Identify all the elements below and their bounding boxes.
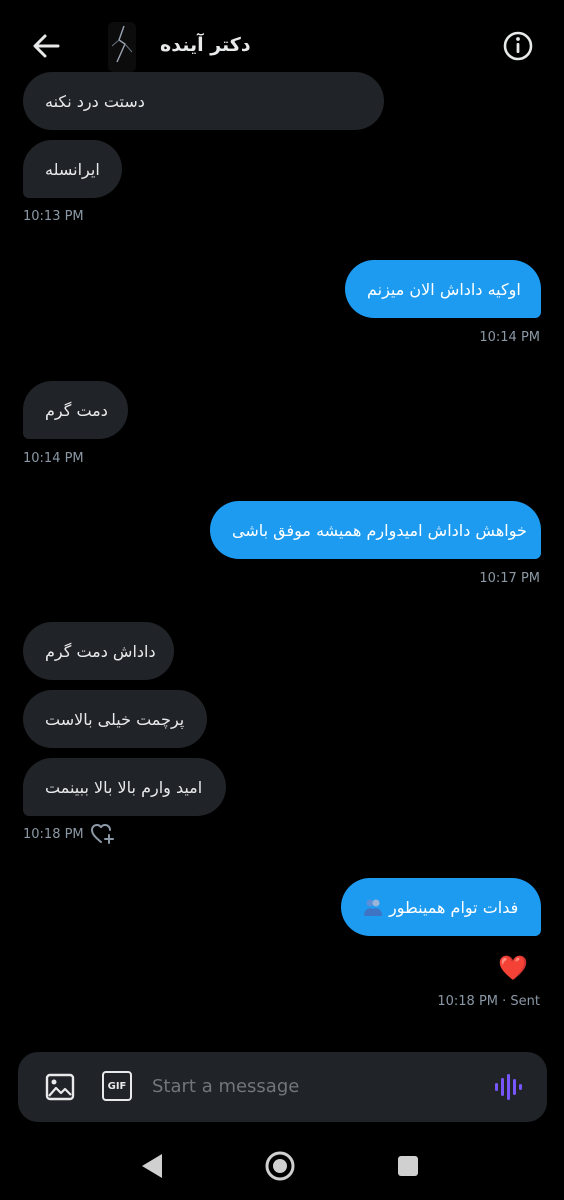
system-navigation-bar xyxy=(0,1132,564,1200)
message-bubble-sent[interactable]: اوکیه داداش الان میزنم xyxy=(345,260,541,318)
message-timestamp: 10:18 PM · Sent xyxy=(437,994,540,1009)
nav-back-icon[interactable] xyxy=(134,1148,170,1184)
conversation-title[interactable]: دکتر آینده xyxy=(160,34,251,56)
message-text: امید وارم بالا بالا ببینمت xyxy=(45,777,203,797)
message-timestamp: 10:14 PM xyxy=(23,451,84,466)
message-bubble-received[interactable]: دمت گرم xyxy=(23,381,128,439)
message-input[interactable]: Start a message xyxy=(152,1076,299,1097)
message-timestamp: 10:17 PM xyxy=(479,571,540,586)
message-bubble-received[interactable]: امید وارم بالا بالا ببینمت xyxy=(23,758,226,816)
add-reaction-icon[interactable] xyxy=(90,822,116,846)
message-bubble-sent[interactable]: خواهش داداش امیدوارم همیشه موفق باشی xyxy=(210,501,541,559)
image-icon[interactable] xyxy=(44,1071,76,1103)
message-text: پرچمت خیلی بالاست xyxy=(45,709,185,729)
voice-message-icon[interactable] xyxy=(492,1071,524,1103)
message-bubble-received[interactable]: ایرانسله xyxy=(23,140,122,198)
people-hugging-emoji-icon xyxy=(364,899,382,916)
message-text: خواهش داداش امیدوارم همیشه موفق باشی xyxy=(232,520,527,540)
message-bubble-received[interactable]: داداش دمت گرم xyxy=(23,622,174,680)
gif-icon[interactable]: GIF xyxy=(102,1071,132,1101)
message-text: دستت درد نکنه xyxy=(45,91,145,111)
message-timestamp: 10:14 PM xyxy=(479,330,540,345)
message-text: داداش دمت گرم xyxy=(45,641,156,661)
back-arrow-icon[interactable] xyxy=(30,30,62,62)
message-timestamp: 10:18 PM xyxy=(23,827,84,842)
info-icon[interactable] xyxy=(500,28,536,64)
nav-home-icon[interactable] xyxy=(262,1148,298,1184)
message-bubble-received[interactable]: دستت درد نکنه xyxy=(23,72,384,130)
message-bubble-received[interactable]: پرچمت خیلی بالاست xyxy=(23,690,207,748)
avatar[interactable] xyxy=(108,22,136,72)
gif-label: GIF xyxy=(107,1080,127,1092)
nav-recents-icon[interactable] xyxy=(390,1148,426,1184)
message-bubble-sent[interactable]: فدات توام همینطور xyxy=(341,878,541,936)
heart-reaction-icon[interactable]: ❤️ xyxy=(498,952,528,984)
message-text: دمت گرم xyxy=(45,400,108,420)
message-text: ایرانسله xyxy=(45,159,100,179)
message-timestamp: 10:13 PM xyxy=(23,209,84,224)
message-text: اوکیه داداش الان میزنم xyxy=(367,279,521,299)
message-text: فدات توام همینطور xyxy=(389,897,519,917)
